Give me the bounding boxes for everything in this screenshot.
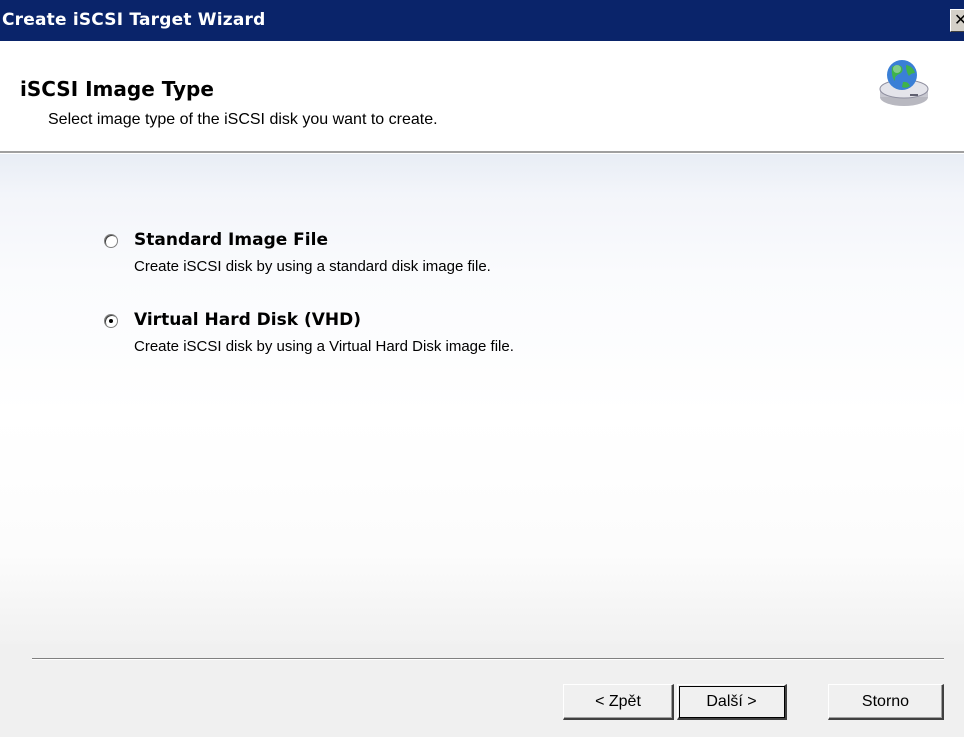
back-button[interactable]: < Zpět	[563, 684, 674, 720]
wizard-window: Create iSCSI Target Wizard ✕ iSCSI Image…	[0, 0, 964, 737]
footer-divider	[32, 658, 944, 660]
radio-vhd[interactable]	[104, 314, 118, 328]
page-title: iSCSI Image Type	[20, 77, 214, 101]
option-description: Create iSCSI disk by using a standard di…	[134, 258, 491, 275]
wizard-content: Standard Image File Create iSCSI disk by…	[0, 154, 964, 644]
option-description: Create iSCSI disk by using a Virtual Har…	[134, 338, 514, 355]
cancel-button[interactable]: Storno	[828, 684, 944, 720]
next-button[interactable]: Další >	[677, 684, 787, 720]
window-title: Create iSCSI Target Wizard	[2, 10, 266, 30]
option-label[interactable]: Virtual Hard Disk (VHD)	[134, 310, 361, 330]
wizard-header: iSCSI Image Type Select image type of th…	[0, 41, 964, 151]
option-label[interactable]: Standard Image File	[134, 230, 328, 250]
close-button[interactable]: ✕	[950, 9, 964, 32]
option-vhd[interactable]: Virtual Hard Disk (VHD) Create iSCSI dis…	[104, 310, 884, 376]
close-icon: ✕	[954, 10, 964, 29]
radio-selected-dot	[109, 319, 113, 323]
radio-standard-image[interactable]	[104, 234, 118, 248]
option-standard-image[interactable]: Standard Image File Create iSCSI disk by…	[104, 230, 884, 296]
globe-disk-icon	[879, 60, 929, 106]
title-bar[interactable]: Create iSCSI Target Wizard ✕	[0, 0, 964, 41]
page-subtitle: Select image type of the iSCSI disk you …	[48, 111, 438, 128]
